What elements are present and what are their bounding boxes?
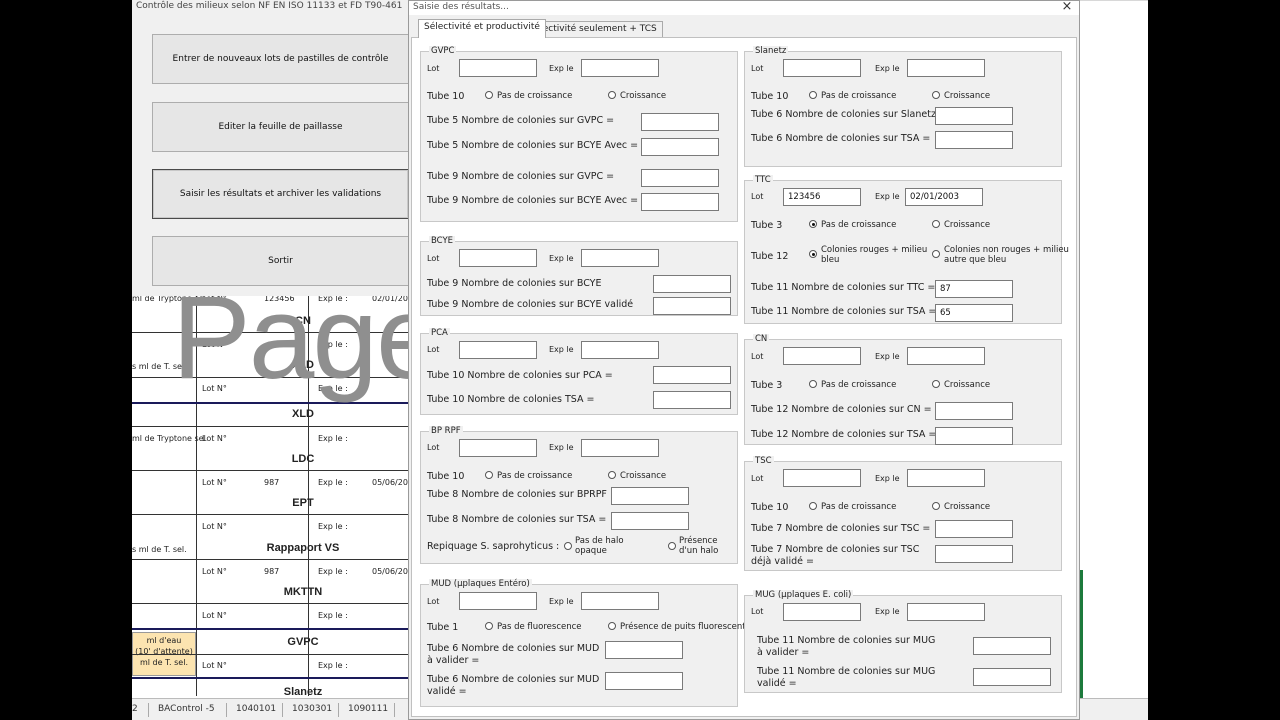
- halo-present-radio[interactable]: [668, 542, 676, 550]
- menu-title: Contrôle des milieux selon NF EN ISO 111…: [136, 1, 403, 11]
- ttc-t11-input[interactable]: 87: [935, 280, 1013, 298]
- cn-exp-input[interactable]: [907, 347, 985, 365]
- pca-exp-input[interactable]: [581, 341, 659, 359]
- gvpc-growth-radio[interactable]: [608, 91, 616, 99]
- gvpc-lot-input[interactable]: [459, 59, 537, 77]
- ttc-red-colonies-radio[interactable]: [809, 250, 817, 258]
- tab-panel: GVPC Lot Exp le Tube 10 Pas de croissanc…: [411, 37, 1077, 717]
- mud-exp-input[interactable]: [581, 592, 659, 610]
- sheet-medium: LDC: [291, 453, 315, 465]
- cn-no-growth-radio[interactable]: [809, 380, 817, 388]
- tsc-growth-radio[interactable]: [932, 502, 940, 510]
- ttc-frame: TTC Lot 123456 Exp le 02/01/2003 Tube 3 …: [744, 175, 1069, 324]
- pca-frame: PCA Lot Exp le Tube 10 Nombre de colonie…: [420, 328, 738, 415]
- tsc-frame: TSC Lot Exp le Tube 10 Pas de croissance…: [744, 456, 1062, 571]
- cn-t12-tsa-input[interactable]: [935, 427, 1013, 445]
- results-dialog: Saisie des résultats... × Sélectivité et…: [408, 0, 1080, 720]
- bprpf-no-growth-radio[interactable]: [485, 471, 493, 479]
- sheet-medium: GVPC: [287, 636, 319, 648]
- screen-border-right: [1148, 0, 1280, 720]
- cn-growth-radio[interactable]: [932, 380, 940, 388]
- pca-t10-tsa-input[interactable]: [653, 391, 731, 409]
- edit-bench-sheet-button[interactable]: Editer la feuille de paillasse: [152, 102, 409, 152]
- ttc-lot-input[interactable]: 123456: [783, 188, 861, 206]
- sheet-medium: Slanetz: [283, 686, 323, 698]
- bprpf-growth-radio[interactable]: [608, 471, 616, 479]
- mud-no-fluo-radio[interactable]: [485, 622, 493, 630]
- ttc-t11-tsa-input[interactable]: 65: [935, 304, 1013, 322]
- gvpc-t9-bcye-input[interactable]: [641, 193, 719, 211]
- mud-to-validate-input[interactable]: [605, 641, 683, 659]
- screen-border-left: [0, 0, 132, 720]
- sheet-tab[interactable]: 1030301: [292, 704, 332, 714]
- tsc-t7-input[interactable]: [935, 520, 1013, 538]
- tsc-exp-input[interactable]: [907, 469, 985, 487]
- cn-lot-input[interactable]: [783, 347, 861, 365]
- slanetz-lot-input[interactable]: [783, 59, 861, 77]
- cn-frame: CN Lot Exp le Tube 3 Pas de croissance C…: [744, 334, 1062, 445]
- sheet-tab[interactable]: BAControl -5: [158, 704, 215, 714]
- slanetz-t6-input[interactable]: [935, 107, 1013, 125]
- ttc-exp-input[interactable]: 02/01/2003: [905, 188, 983, 206]
- sheet-tab[interactable]: 1090111: [348, 704, 388, 714]
- slanetz-t6-tsa-input[interactable]: [935, 131, 1013, 149]
- ttc-growth-radio[interactable]: [932, 220, 940, 228]
- mug-validated-input[interactable]: [973, 668, 1051, 686]
- gvpc-t5-bcye-input[interactable]: [641, 138, 719, 156]
- sheet-medium: Rappaport VS: [266, 542, 340, 554]
- mud-lot-input[interactable]: [459, 592, 537, 610]
- bcye-exp-input[interactable]: [581, 249, 659, 267]
- tsc-no-growth-radio[interactable]: [809, 502, 817, 510]
- sheet-tab[interactable]: 2: [132, 704, 138, 714]
- slanetz-no-growth-radio[interactable]: [809, 91, 817, 99]
- slanetz-exp-input[interactable]: [907, 59, 985, 77]
- dialog-title: Saisie des résultats...: [413, 2, 509, 12]
- sheet-medium: MKTTN: [283, 586, 323, 598]
- sheet-medium: EPT: [292, 497, 314, 509]
- mug-frame: MUG (µplaques E. coli) Lot Exp le Tube 1…: [744, 590, 1062, 693]
- gvpc-t9-gvpc-input[interactable]: [641, 169, 719, 187]
- bprpf-frame: BP RPF Lot Exp le Tube 10 Pas de croissa…: [420, 426, 738, 564]
- mug-lot-input[interactable]: [783, 603, 861, 621]
- bprpf-t8-input[interactable]: [611, 487, 689, 505]
- sheet-tab[interactable]: 1040101: [236, 704, 276, 714]
- bprpf-t8-tsa-input[interactable]: [611, 512, 689, 530]
- bcye-frame: BCYE Lot Exp le Tube 9 Nombre de colonie…: [420, 236, 738, 316]
- tsc-lot-input[interactable]: [783, 469, 861, 487]
- mug-to-validate-input[interactable]: [973, 637, 1051, 655]
- ttc-no-growth-radio[interactable]: [809, 220, 817, 228]
- mug-exp-input[interactable]: [907, 603, 985, 621]
- main-menu-dialog: Contrôle des milieux selon NF EN ISO 111…: [132, 0, 410, 296]
- gvpc-title: GVPC: [429, 46, 457, 56]
- gvpc-t5-gvpc-input[interactable]: [641, 113, 719, 131]
- bprpf-exp-input[interactable]: [581, 439, 659, 457]
- close-icon[interactable]: ×: [1059, 0, 1075, 14]
- slanetz-growth-radio[interactable]: [932, 91, 940, 99]
- cn-t12-input[interactable]: [935, 402, 1013, 420]
- dialog-titlebar: Saisie des résultats... ×: [409, 0, 1079, 15]
- pca-lot-input[interactable]: [459, 341, 537, 359]
- bcye-t9-input[interactable]: [653, 275, 731, 293]
- mud-validated-input[interactable]: [605, 672, 683, 690]
- mud-fluo-radio[interactable]: [608, 622, 616, 630]
- tab-selectivite-productivite[interactable]: Sélectivité et productivité: [418, 19, 546, 38]
- bcye-lot-input[interactable]: [459, 249, 537, 267]
- mud-frame: MUD (µplaques Entéro) Lot Exp le Tube 1 …: [420, 579, 750, 707]
- gvpc-frame: GVPC Lot Exp le Tube 10 Pas de croissanc…: [420, 46, 738, 222]
- gvpc-no-growth-radio[interactable]: [485, 91, 493, 99]
- exit-button[interactable]: Sortir: [152, 236, 409, 286]
- bprpf-lot-input[interactable]: [459, 439, 537, 457]
- slanetz-frame: Slanetz Lot Exp le Tube 10 Pas de croiss…: [744, 46, 1062, 167]
- sheet-medium: XLD: [292, 408, 314, 420]
- new-lots-button[interactable]: Entrer de nouveaux lots de pastilles de …: [152, 34, 409, 84]
- gvpc-exp-input[interactable]: [581, 59, 659, 77]
- tsc-t7-validated-input[interactable]: [935, 545, 1013, 563]
- enter-results-button[interactable]: Saisir les résultats et archiver les val…: [152, 169, 409, 219]
- halo-opaque-radio[interactable]: [564, 542, 572, 550]
- bcye-t9-validated-input[interactable]: [653, 297, 731, 315]
- ttc-non-red-colonies-radio[interactable]: [932, 250, 940, 258]
- pca-t10-input[interactable]: [653, 366, 731, 384]
